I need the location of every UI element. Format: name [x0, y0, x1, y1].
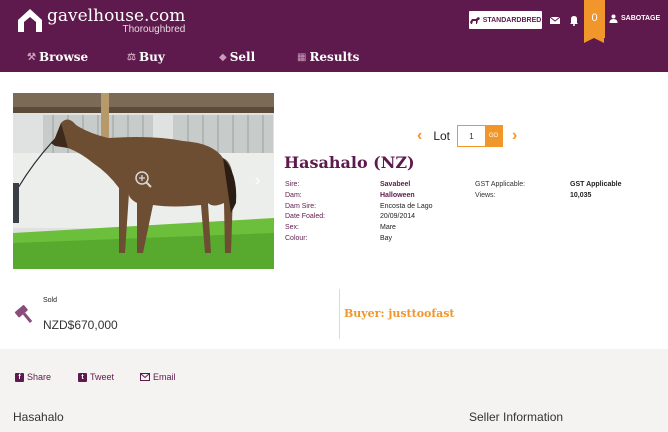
nav-buy-label: Buy	[138, 50, 165, 64]
buyer-info: Buyer: justtoofast	[344, 307, 455, 320]
nav-results[interactable]: ▦ Results	[297, 50, 359, 64]
cart-counter[interactable]: 0	[584, 0, 605, 43]
lot-next-icon[interactable]: ›	[512, 127, 517, 145]
nav-browse-label: Browse	[38, 50, 89, 64]
top-header: gavelhouse.com Thoroughbred STANDARDBRED…	[0, 0, 668, 72]
logo-text: gavelhouse.com	[47, 6, 186, 26]
facebook-share-button[interactable]: f Share	[15, 372, 51, 382]
gst-label: GST Applicable:	[475, 181, 526, 188]
nav-buy[interactable]: ⚖ Buy	[127, 50, 165, 64]
site-logo[interactable]: gavelhouse.com Thoroughbred	[16, 6, 185, 35]
views-value: 10,035	[570, 192, 592, 199]
gavel-icon: ⚖	[127, 51, 136, 63]
user-name: SABOTAGE	[621, 15, 661, 22]
photo-next-icon[interactable]: ›	[255, 172, 260, 190]
lot-input-group: GO	[457, 125, 504, 147]
lot-label: Lot	[433, 129, 451, 143]
facebook-icon: f	[15, 372, 24, 382]
lot-navigator: ‹ Lot GO ›	[417, 125, 517, 147]
user-icon	[609, 14, 618, 23]
lot-number-input[interactable]	[458, 126, 486, 146]
house-logo-icon	[18, 9, 42, 32]
horse-name: Hasahalo (NZ)	[284, 153, 415, 172]
nav-sell-label: Sell	[229, 50, 256, 64]
bell-icon[interactable]	[568, 14, 580, 26]
gavel-sold-icon	[14, 305, 33, 323]
envelope-icon	[140, 373, 150, 381]
share-section	[0, 349, 668, 432]
standardbred-label: STANDARDBRED	[482, 16, 542, 24]
dam-label: Dam:	[285, 192, 302, 199]
sex-value: Mare	[380, 224, 396, 231]
dam-sire-value: Encosta de Lago	[380, 203, 433, 210]
date-foaled-value: 20/09/2014	[380, 213, 416, 220]
results-icon: ▦	[297, 51, 307, 63]
sold-status: Sold	[43, 297, 58, 304]
email-share-label: Email	[153, 372, 176, 382]
sold-price: NZD$670,000	[43, 318, 118, 332]
user-menu[interactable]: SABOTAGE	[609, 14, 660, 23]
views-label: Views:	[475, 192, 496, 199]
main-nav: ⚒ Browse ⚖ Buy ◆ Sell ▦ Results	[0, 50, 668, 64]
email-share-button[interactable]: Email	[140, 372, 176, 382]
nav-browse[interactable]: ⚒ Browse	[27, 50, 88, 64]
sale-divider	[339, 289, 340, 339]
dam-sire-label: Dam Sire:	[285, 203, 317, 210]
hammer-icon: ⚒	[27, 51, 36, 63]
sex-label: Sex:	[285, 224, 300, 231]
tag-icon: ◆	[219, 51, 227, 63]
colour-label: Colour:	[285, 235, 308, 242]
tweet-button[interactable]: t Tweet	[78, 372, 114, 382]
lot-go-button[interactable]: GO	[485, 126, 503, 146]
colour-value: Bay	[380, 235, 393, 242]
nav-sell[interactable]: ◆ Sell	[219, 50, 255, 64]
dam-value[interactable]: Halloween	[380, 192, 415, 199]
gst-value: GST Applicable	[570, 181, 622, 188]
sire-label: Sire:	[285, 181, 300, 188]
horse-section-title: Hasahalo	[13, 410, 64, 424]
tweet-label: Tweet	[90, 372, 115, 382]
sire-value[interactable]: Savabeel	[380, 181, 410, 188]
facebook-share-label: Share	[27, 372, 52, 382]
seller-info-title: Seller Information	[469, 410, 564, 424]
nav-results-label: Results	[309, 50, 360, 64]
date-foaled-label: Date Foaled:	[285, 213, 326, 220]
standardbred-button[interactable]: STANDARDBRED	[469, 11, 542, 29]
horse-icon	[469, 16, 480, 24]
lot-prev-icon[interactable]: ‹	[417, 127, 422, 145]
mail-icon[interactable]	[549, 14, 561, 26]
zoom-icon[interactable]	[134, 170, 153, 189]
twitter-icon: t	[78, 372, 87, 382]
